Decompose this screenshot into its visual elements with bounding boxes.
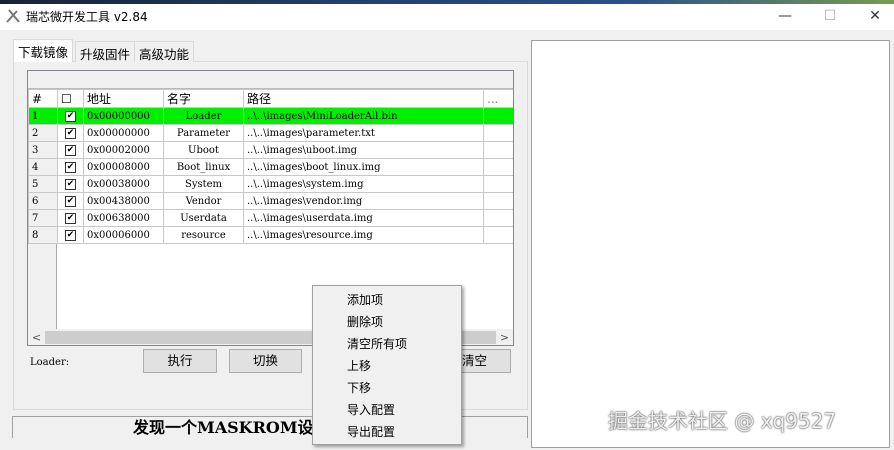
row-name: resource xyxy=(163,226,244,244)
switch-button[interactable]: 切换 xyxy=(229,349,302,373)
row-name: System xyxy=(163,175,244,193)
row-checkbox[interactable]: ✔ xyxy=(57,158,84,176)
scroll-right-icon[interactable]: > xyxy=(496,329,513,345)
row-address: 0x00000000 xyxy=(83,124,164,142)
row-number: 2 xyxy=(28,124,58,142)
row-address: 0x00008000 xyxy=(83,158,164,176)
checkbox[interactable]: ✔ xyxy=(65,111,76,122)
tools-icon xyxy=(6,9,20,23)
row-number: 1 xyxy=(28,107,58,125)
run-button[interactable]: 执行 xyxy=(143,349,217,373)
log-panel xyxy=(531,40,890,448)
checkbox[interactable]: ✔ xyxy=(65,128,76,139)
table-row[interactable]: 2 ✔ 0x00000000 Parameter ..\..\images\parame… xyxy=(28,124,513,142)
row-name: Loader xyxy=(163,107,244,125)
list-top-bar xyxy=(28,71,513,89)
tab-download-image[interactable]: 下载镜像 xyxy=(13,39,74,62)
col-more[interactable]: ... xyxy=(483,89,513,108)
menu-move-up[interactable]: 上移 xyxy=(313,355,461,377)
tab-advanced[interactable]: 高级功能 xyxy=(134,41,195,62)
row-checkbox[interactable]: ✔ xyxy=(57,141,84,159)
row-path: ..\..\images\system.img xyxy=(243,175,484,193)
window-title: 瑞芯微开发工具 v2.84 xyxy=(26,10,148,24)
menu-add-item[interactable]: 添加项 xyxy=(313,289,461,311)
table-row[interactable]: 8 ✔ 0x00006000 resource ..\..\images\resourc… xyxy=(28,226,513,244)
row-number: 6 xyxy=(28,192,58,210)
row-path: ..\..\images\vendor.img xyxy=(243,192,484,210)
checkbox[interactable]: ✔ xyxy=(65,145,76,156)
row-path: ..\..\images\resource.img xyxy=(243,226,484,244)
maximize-button[interactable]: ☐ xyxy=(815,6,845,26)
watermark: 掘金技术社区 @ xq9527 xyxy=(608,409,837,433)
menu-move-down[interactable]: 下移 xyxy=(313,377,461,399)
tab-upgrade-firmware[interactable]: 升级固件 xyxy=(75,41,136,62)
col-number[interactable]: # xyxy=(28,89,58,108)
row-name: Userdata xyxy=(163,209,244,227)
table-row[interactable]: 3 ✔ 0x00002000 Uboot ..\..\images\uboot.img xyxy=(28,141,513,159)
row-extra xyxy=(483,158,513,176)
loader-label: Loader: xyxy=(30,357,70,368)
row-extra xyxy=(483,226,513,244)
row-checkbox[interactable]: ✔ xyxy=(57,107,84,125)
row-extra xyxy=(483,107,513,125)
row-name: Parameter xyxy=(163,124,244,142)
row-path: ..\..\images\MiniLoaderAll.bin xyxy=(243,107,484,125)
checkbox[interactable]: ✔ xyxy=(65,179,76,190)
col-address[interactable]: 地址 xyxy=(83,89,164,108)
row-checkbox[interactable]: ✔ xyxy=(57,124,84,142)
close-button[interactable]: ✕ xyxy=(860,6,890,26)
row-extra xyxy=(483,192,513,210)
col-select-all[interactable]: ☐ xyxy=(57,89,84,108)
table-row[interactable]: 7 ✔ 0x00638000 Userdata ..\..\images\userdat… xyxy=(28,209,513,227)
row-name: Vendor xyxy=(163,192,244,210)
table-row[interactable]: 5 ✔ 0x00038000 System ..\..\images\system.im… xyxy=(28,175,513,193)
context-menu: 添加项 删除项 清空所有项 上移 下移 导入配置 导出配置 xyxy=(312,285,462,445)
scroll-left-icon[interactable]: < xyxy=(28,329,45,345)
row-number: 3 xyxy=(28,141,58,159)
row-extra xyxy=(483,209,513,227)
row-name: Boot_linux xyxy=(163,158,244,176)
image-table: # ☐ 地址 名字 路径 ... 1 ✔ 0x00000000 Loader ..\..… xyxy=(28,89,513,244)
row-address: 0x00438000 xyxy=(83,192,164,210)
row-address: 0x00000000 xyxy=(83,107,164,125)
row-checkbox[interactable]: ✔ xyxy=(57,192,84,210)
row-checkbox[interactable]: ✔ xyxy=(57,175,84,193)
table-row[interactable]: 6 ✔ 0x00438000 Vendor ..\..\images\vendor.im… xyxy=(28,192,513,210)
col-name[interactable]: 名字 xyxy=(163,89,244,108)
row-number: 8 xyxy=(28,226,58,244)
minimize-button[interactable]: — xyxy=(770,6,800,26)
row-path: ..\..\images\userdata.img xyxy=(243,209,484,227)
row-path: ..\..\images\boot_linux.img xyxy=(243,158,484,176)
menu-clear-all[interactable]: 清空所有项 xyxy=(313,333,461,355)
col-path[interactable]: 路径 xyxy=(243,89,484,108)
checkbox[interactable]: ✔ xyxy=(65,196,76,207)
row-address: 0x00006000 xyxy=(83,226,164,244)
row-address: 0x00002000 xyxy=(83,141,164,159)
row-address: 0x00638000 xyxy=(83,209,164,227)
row-extra xyxy=(483,124,513,142)
checkbox[interactable]: ✔ xyxy=(65,162,76,173)
row-extra xyxy=(483,175,513,193)
menu-import-config[interactable]: 导入配置 xyxy=(313,399,461,421)
menu-export-config[interactable]: 导出配置 xyxy=(313,421,461,443)
checkbox[interactable]: ✔ xyxy=(65,213,76,224)
row-extra xyxy=(483,141,513,159)
row-number: 7 xyxy=(28,209,58,227)
row-address: 0x00038000 xyxy=(83,175,164,193)
table-row[interactable]: 1 ✔ 0x00000000 Loader ..\..\images\MiniLoade… xyxy=(28,107,513,125)
menu-delete-item[interactable]: 删除项 xyxy=(313,311,461,333)
table-row[interactable]: 4 ✔ 0x00008000 Boot_linux ..\..\images\boot_… xyxy=(28,158,513,176)
row-checkbox[interactable]: ✔ xyxy=(57,209,84,227)
row-number: 4 xyxy=(28,158,58,176)
table-header: # ☐ 地址 名字 路径 ... xyxy=(28,89,513,108)
checkbox[interactable]: ✔ xyxy=(65,230,76,241)
row-checkbox[interactable]: ✔ xyxy=(57,226,84,244)
row-path: ..\..\images\uboot.img xyxy=(243,141,484,159)
row-path: ..\..\images\parameter.txt xyxy=(243,124,484,142)
row-name: Uboot xyxy=(163,141,244,159)
row-number: 5 xyxy=(28,175,58,193)
